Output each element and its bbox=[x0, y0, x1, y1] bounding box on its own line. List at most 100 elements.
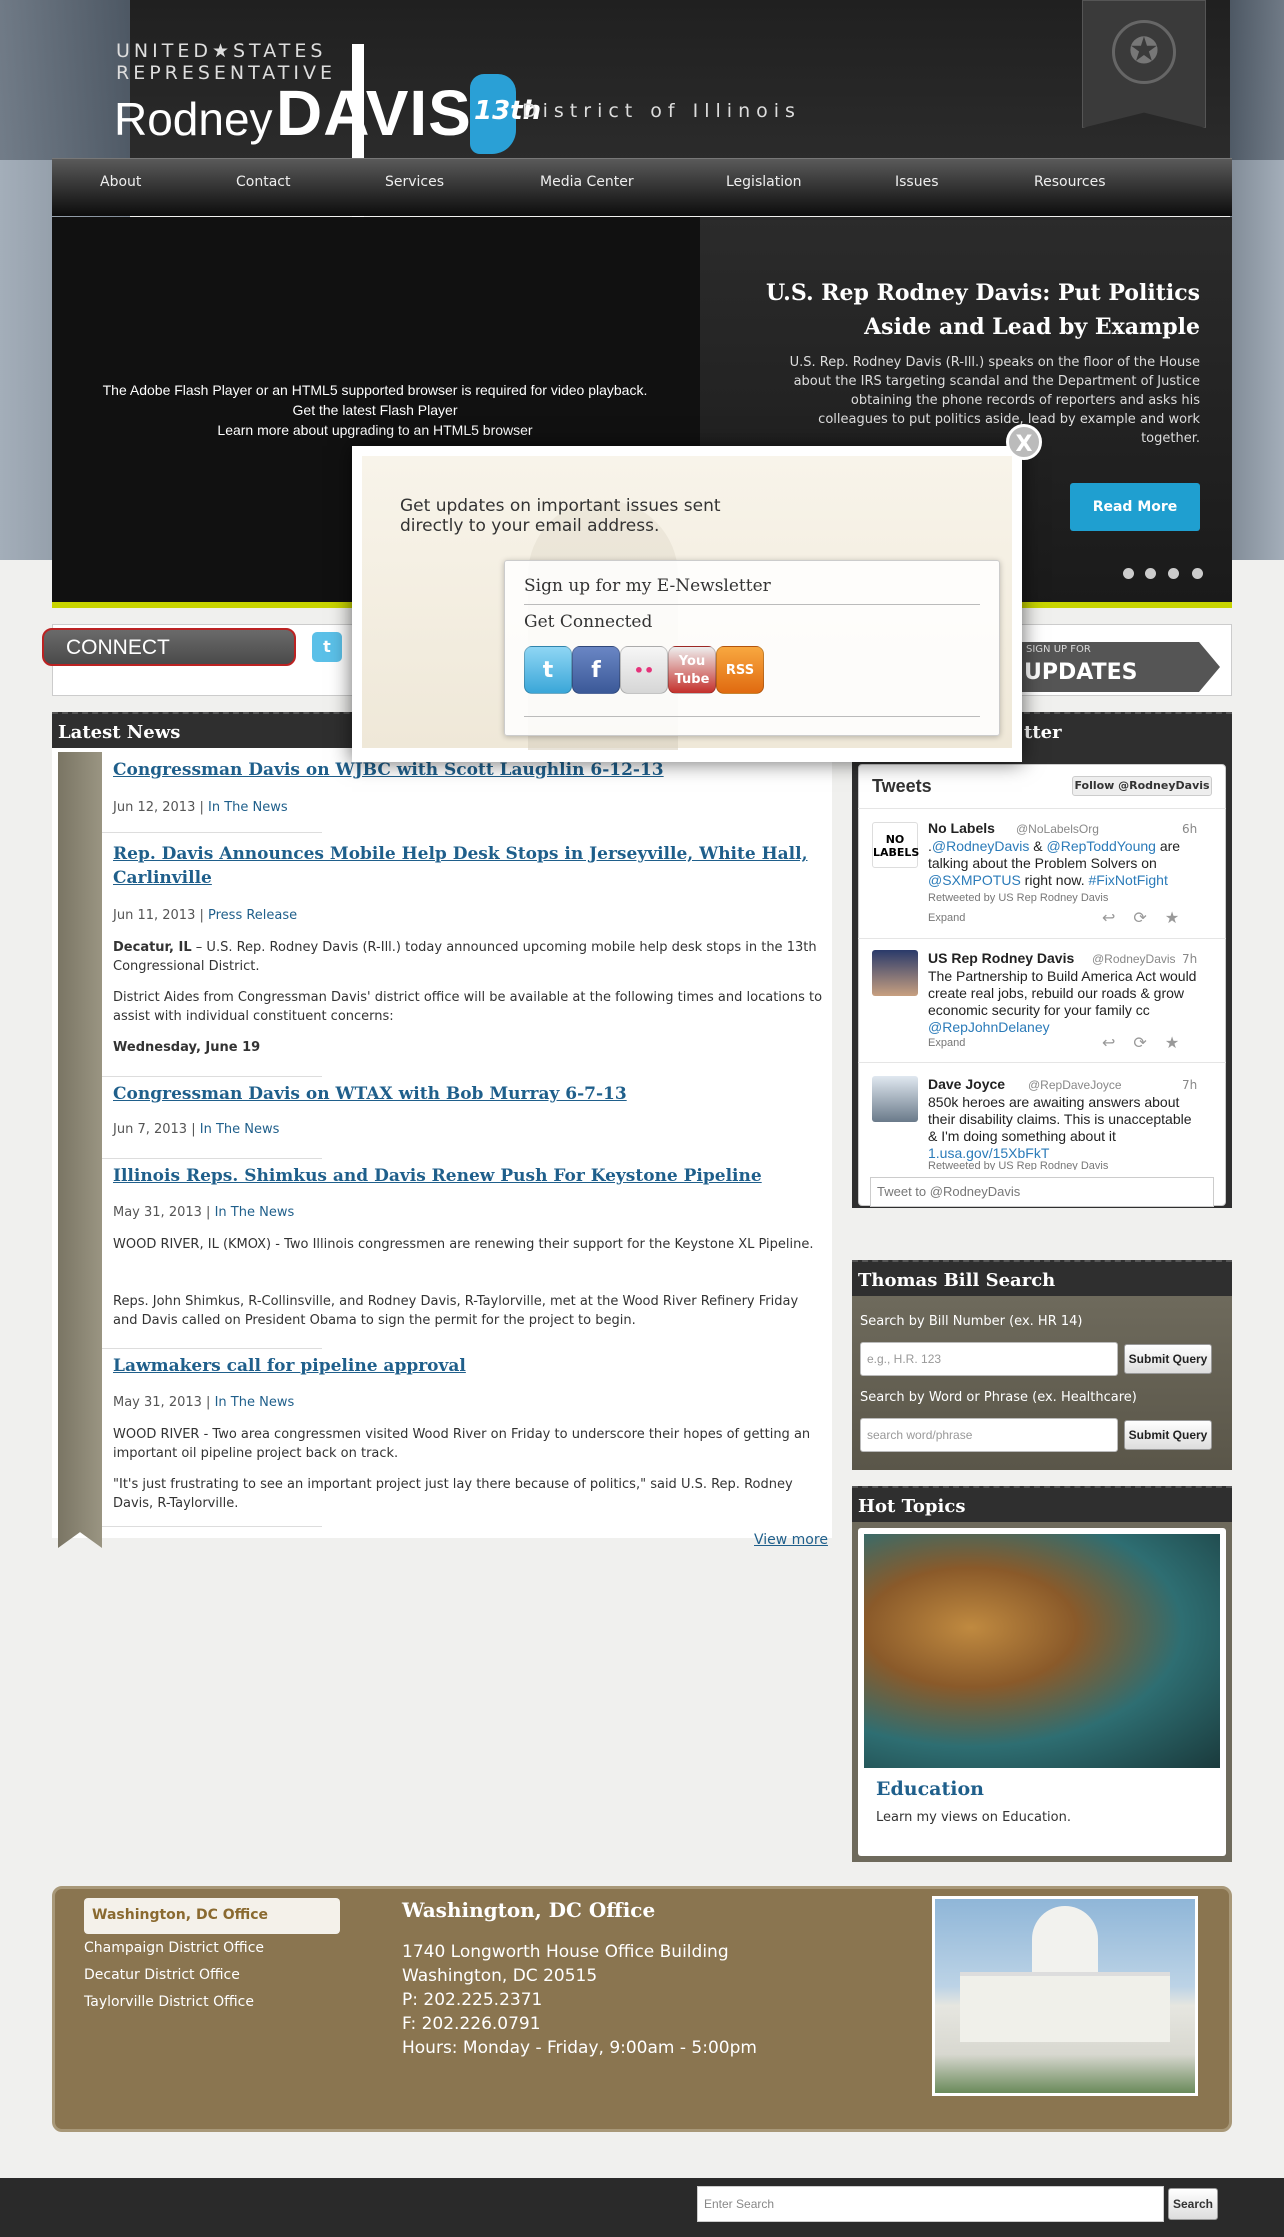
news-title-2[interactable]: Rep. Davis Announces Mobile Help Desk St… bbox=[113, 842, 813, 890]
follow-button[interactable]: Follow @RodneyDavis bbox=[1072, 776, 1212, 796]
news-title-5[interactable]: Lawmakers call for pipeline approval bbox=[113, 1354, 813, 1378]
tweet-actions[interactable]: ↩⟳★ bbox=[1102, 1033, 1197, 1052]
tweet-handle[interactable]: @RodneyDavis bbox=[1092, 952, 1176, 966]
news-category-link[interactable]: Press Release bbox=[208, 908, 297, 923]
tweet-time[interactable]: 7h bbox=[1182, 952, 1197, 966]
html5-upgrade-link[interactable]: Learn more about upgrading to an HTML5 b… bbox=[60, 420, 690, 440]
expand-link[interactable]: Expand bbox=[928, 912, 965, 924]
avatar[interactable] bbox=[872, 950, 918, 996]
site-search-button[interactable]: Search bbox=[1168, 2188, 1218, 2220]
twitter-icon[interactable]: t bbox=[524, 646, 572, 694]
expand-link[interactable]: Expand bbox=[928, 1037, 965, 1049]
news-category-link[interactable]: In The News bbox=[208, 800, 288, 815]
get-connected-label: Get Connected bbox=[524, 612, 653, 632]
office-phone: P: 202.225.2371 bbox=[402, 1990, 543, 2010]
news-separator bbox=[102, 832, 322, 833]
office-tab-washington[interactable]: Washington, DC Office bbox=[84, 1898, 340, 1934]
facebook-icon[interactable]: f bbox=[572, 646, 620, 694]
tweet-time[interactable]: 7h bbox=[1182, 1078, 1197, 1092]
news-meta-5: May 31, 2013 | In The News bbox=[113, 1395, 294, 1410]
avatar[interactable]: NO LABELS bbox=[872, 822, 919, 868]
slider-dot-4[interactable] bbox=[1192, 568, 1203, 579]
tweets-title: Tweets bbox=[872, 776, 932, 796]
view-more-link[interactable]: View more bbox=[754, 1532, 828, 1548]
tweet-time[interactable]: 6h bbox=[1182, 822, 1197, 836]
news-title-3[interactable]: Congressman Davis on WTAX with Bob Murra… bbox=[113, 1082, 813, 1106]
news-date: Jun 11, 2013 bbox=[113, 908, 196, 923]
tweet-separator bbox=[858, 938, 1226, 939]
tweet-text-part: & bbox=[1029, 838, 1047, 854]
bill-number-submit[interactable]: Submit Query bbox=[1124, 1344, 1212, 1374]
phrase-input[interactable]: search word/phrase bbox=[860, 1418, 1118, 1452]
hot-topic-title[interactable]: Education bbox=[876, 1778, 984, 1800]
flash-player-link[interactable]: Get the latest Flash Player bbox=[60, 400, 690, 420]
youtube-icon[interactable]: You Tube bbox=[668, 646, 716, 694]
tweet-input[interactable]: Tweet to @RodneyDavis bbox=[870, 1177, 1214, 1207]
office-tab-decatur[interactable]: Decatur District Office bbox=[84, 1967, 240, 1983]
phrase-submit[interactable]: Submit Query bbox=[1124, 1420, 1212, 1450]
tweet-author[interactable]: US Rep Rodney Davis bbox=[928, 950, 1074, 966]
capitol-background-right bbox=[1230, 0, 1284, 560]
site-search-input[interactable]: Enter Search bbox=[697, 2186, 1164, 2222]
tweet-text-part: The Partnership to Build America Act wou… bbox=[928, 968, 1197, 1018]
slider-dot-3[interactable] bbox=[1168, 568, 1179, 579]
classroom-chair-image[interactable] bbox=[864, 1534, 1220, 1768]
news-meta-1: Jun 12, 2013 | In The News bbox=[113, 800, 288, 815]
hot-topics-header: Hot Topics bbox=[852, 1486, 1232, 1522]
avatar[interactable] bbox=[872, 1076, 918, 1122]
tweet-hashtag[interactable]: #FixNotFight bbox=[1088, 872, 1167, 888]
tweet-mention[interactable]: @RepToddYoung bbox=[1047, 838, 1156, 854]
rss-icon[interactable]: RSS bbox=[716, 646, 764, 694]
nav-media-center[interactable]: Media Center bbox=[540, 174, 634, 190]
hero-title[interactable]: U.S. Rep Rodney Davis: Put Politics Asid… bbox=[760, 276, 1200, 344]
news-ribbon bbox=[58, 752, 102, 1548]
tweet-handle[interactable]: @RepDaveJoyce bbox=[1028, 1078, 1122, 1092]
eagle-seal-icon: ✪ bbox=[1112, 20, 1176, 84]
nav-services[interactable]: Services bbox=[385, 174, 444, 190]
tweet-actions[interactable]: ↩⟳★ bbox=[1102, 908, 1197, 927]
flickr-icon[interactable]: •• bbox=[620, 646, 668, 694]
news-category-link[interactable]: In The News bbox=[215, 1395, 295, 1410]
news-date: Jun 7, 2013 bbox=[113, 1122, 188, 1137]
rep-last-name[interactable]: DAVIS bbox=[276, 76, 472, 150]
nav-contact[interactable]: Contact bbox=[236, 174, 290, 190]
separator: | bbox=[206, 1205, 211, 1220]
slider-dot-2[interactable] bbox=[1145, 568, 1156, 579]
separator: | bbox=[199, 908, 204, 923]
separator: | bbox=[191, 1122, 196, 1137]
tweet-text-part: 850k heroes are awaiting answers about t… bbox=[928, 1094, 1192, 1144]
newsletter-signup-link[interactable]: Sign up for my E-Newsletter bbox=[524, 576, 771, 596]
tweet-author[interactable]: Dave Joyce bbox=[928, 1076, 1005, 1092]
separator: | bbox=[199, 800, 204, 815]
slider-dot-1[interactable] bbox=[1123, 568, 1134, 579]
nav-resources[interactable]: Resources bbox=[1034, 174, 1106, 190]
news-category-link[interactable]: In The News bbox=[215, 1205, 295, 1220]
office-tab-champaign[interactable]: Champaign District Office bbox=[84, 1940, 264, 1956]
tweet-mention[interactable]: @RepJohnDelaney bbox=[928, 1019, 1050, 1035]
tweet-author[interactable]: No Labels bbox=[928, 820, 995, 836]
retweet-note: Retweeted by US Rep Rodney Davis bbox=[928, 892, 1109, 904]
read-more-button[interactable]: Read More bbox=[1070, 483, 1200, 531]
tweet-mention[interactable]: @RodneyDavis bbox=[932, 838, 1029, 854]
news-meta-2: Jun 11, 2013 | Press Release bbox=[113, 908, 297, 923]
rep-first-name[interactable]: Rodney bbox=[114, 92, 273, 146]
news-date: Jun 12, 2013 bbox=[113, 800, 196, 815]
twitter-icon[interactable]: t bbox=[312, 632, 342, 662]
bill-number-label: Search by Bill Number (ex. HR 14) bbox=[860, 1314, 1083, 1329]
bill-number-input[interactable]: e.g., H.R. 123 bbox=[860, 1342, 1118, 1376]
tweet-link[interactable]: 1.usa.gov/15XbFkT bbox=[928, 1145, 1049, 1161]
tweet-handle[interactable]: @NoLabelsOrg bbox=[1016, 822, 1099, 836]
news-title-4[interactable]: Illinois Reps. Shimkus and Davis Renew P… bbox=[113, 1164, 813, 1188]
office-address-2: Washington, DC 20515 bbox=[402, 1966, 598, 1986]
retweet-note: Retweeted by US Rep Rodney Davis bbox=[928, 1160, 1109, 1170]
nav-issues[interactable]: Issues bbox=[895, 174, 939, 190]
news-excerpt-2b: District Aides from Congressman Davis' d… bbox=[113, 990, 823, 1024]
office-tab-taylorville[interactable]: Taylorville District Office bbox=[84, 1994, 254, 2010]
news-excerpt-4a: WOOD RIVER, IL (KMOX) - Two Illinois con… bbox=[113, 1237, 814, 1252]
news-category-link[interactable]: In The News bbox=[200, 1122, 280, 1137]
news-excerpt-2a: Decatur, IL – U.S. Rep. Rodney Davis (R-… bbox=[113, 938, 823, 976]
tweet-mention[interactable]: @SXMPOTUS bbox=[928, 872, 1021, 888]
nav-legislation[interactable]: Legislation bbox=[726, 174, 802, 190]
close-icon[interactable]: X bbox=[1006, 424, 1042, 460]
nav-about[interactable]: About bbox=[100, 174, 141, 190]
